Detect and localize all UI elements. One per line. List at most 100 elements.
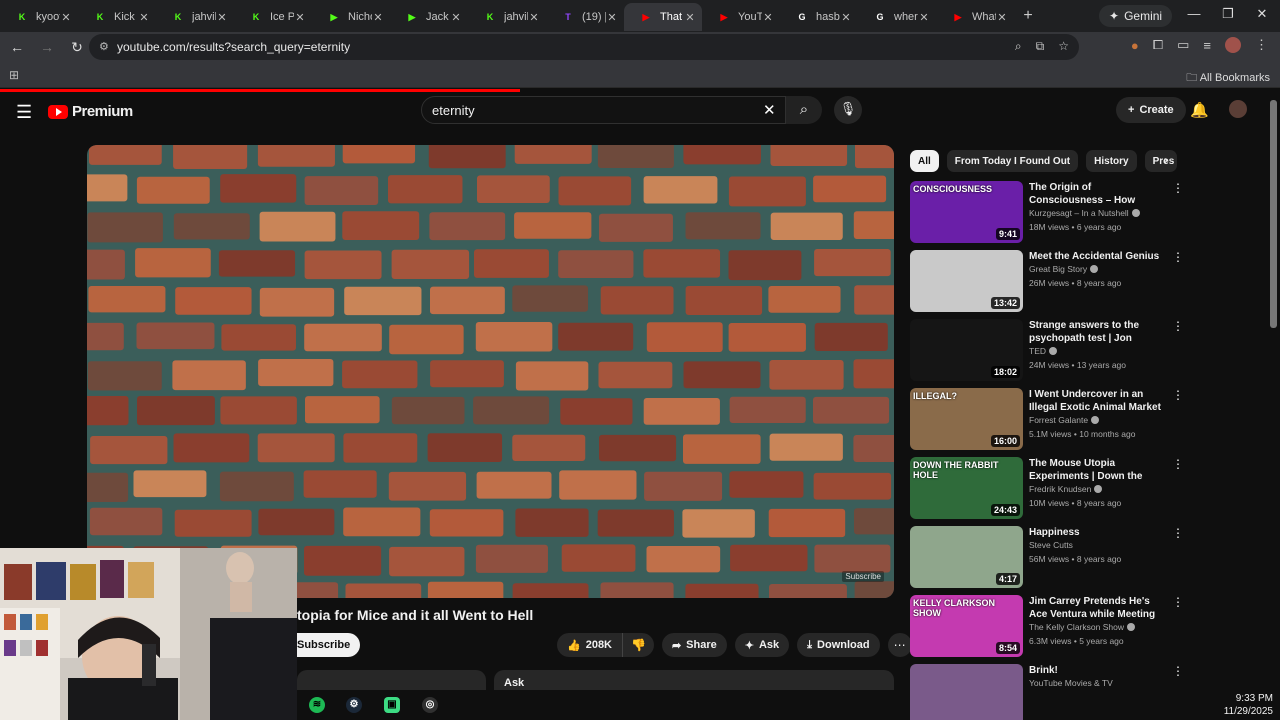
close-window-icon[interactable]: ✕ (1252, 6, 1272, 22)
tab-close-icon[interactable]: ✕ (684, 11, 696, 24)
obs-icon[interactable]: ◎ (422, 697, 438, 713)
address-bar[interactable]: ⚙ youtube.com/results?search_query=etern… (89, 34, 1079, 60)
tab-close-icon[interactable]: ✕ (372, 11, 384, 24)
browser-tab[interactable]: Ghasba✕ (780, 3, 858, 31)
voice-search-button[interactable]: 🎙 (834, 96, 862, 124)
channel-name[interactable]: Kurzgesagt – In a Nutshell (1029, 208, 1140, 218)
more-options-icon[interactable]: ⋮ (1172, 181, 1184, 195)
tab-close-icon[interactable]: ✕ (138, 11, 150, 24)
browser-tab[interactable]: Gwhere✕ (858, 3, 936, 31)
recommendation-item[interactable]: 4:17 Happiness Steve Cutts 56M views • 8 ye… (910, 526, 1184, 588)
ask-button[interactable]: ✦ Ask (734, 633, 790, 657)
account-avatar[interactable] (1229, 100, 1247, 118)
extensions-puzzle-icon[interactable]: ⧠ (1153, 37, 1163, 53)
subscribe-button[interactable]: Subscribe (297, 633, 361, 657)
channel-name[interactable]: Great Big Story (1029, 264, 1099, 274)
subscribe-watermark[interactable]: Subscribe (842, 571, 884, 582)
more-options-icon[interactable]: ⋮ (1172, 664, 1184, 678)
tab-close-icon[interactable]: ✕ (450, 11, 462, 24)
video-player[interactable]: Subscribe (87, 145, 894, 598)
video-thumbnail[interactable]: 18:02 (910, 319, 1023, 381)
recommendation-item[interactable]: CONSCIOUSNESS 9:41 The Origin of Conscious… (910, 181, 1184, 243)
browser-tab[interactable]: ▶ Jack N✕ (390, 3, 468, 31)
recommendation-item[interactable]: Brink! YouTube Movies & TV ⋮ (910, 664, 1184, 720)
browser-tab[interactable]: ▶ What ✕ (936, 3, 1014, 31)
zoom-icon[interactable]: ⌕ (1015, 39, 1022, 54)
recommendation-item[interactable]: KELLY CLARKSON SHOW 8:54 Jim Carrey Preten… (910, 595, 1184, 657)
tab-close-icon[interactable]: ✕ (60, 11, 72, 24)
more-options-icon[interactable]: ⋮ (1172, 457, 1184, 471)
filter-chip[interactable]: History (1086, 150, 1137, 172)
spotify-icon[interactable]: ≋ (309, 697, 325, 713)
more-options-icon[interactable]: ⋮ (1172, 526, 1184, 540)
video-thumbnail[interactable]: KELLY CLARKSON SHOW 8:54 (910, 595, 1023, 657)
browser-tab[interactable]: Kkyooti✕ (0, 3, 78, 31)
back-icon[interactable]: ← (4, 39, 30, 55)
reload-icon[interactable]: ↻ (64, 39, 90, 56)
channel-name[interactable]: TED (1029, 346, 1057, 356)
browser-menu-icon[interactable]: ⋮ (1255, 37, 1268, 53)
browser-tab[interactable]: Kjahvill✕ (468, 3, 546, 31)
more-options-icon[interactable]: ⋮ (1172, 250, 1184, 264)
recommendation-item[interactable]: 13:42 Meet the Accidental Genius Great Big… (910, 250, 1184, 312)
forward-icon[interactable]: → (34, 39, 60, 55)
clear-search-icon[interactable]: ✕ (763, 101, 776, 119)
video-title[interactable]: Brink! (1029, 664, 1167, 677)
video-thumbnail[interactable]: DOWN THE RABBIT HOLE 24:43 (910, 457, 1023, 519)
apps-grid-icon[interactable]: ⊞ (9, 68, 19, 82)
maximize-icon[interactable]: ❐ (1218, 6, 1238, 22)
more-options-icon[interactable]: ⋮ (1172, 319, 1184, 333)
tab-close-icon[interactable]: ✕ (840, 11, 852, 24)
minimize-icon[interactable]: — (1184, 6, 1204, 21)
browser-tab[interactable]: K Kick ✕ (78, 3, 156, 31)
video-title[interactable]: Jim Carrey Pretends He's Ace Ventura whi… (1029, 595, 1167, 621)
channel-name[interactable]: Forrest Galante (1029, 415, 1100, 425)
tab-close-icon[interactable]: ✕ (606, 11, 618, 24)
video-title[interactable]: The Mouse Utopia Experiments | Down the … (1029, 457, 1167, 483)
video-thumbnail[interactable]: 4:17 (910, 526, 1023, 588)
browser-tab[interactable]: Kjahvill✕ (156, 3, 234, 31)
video-title[interactable]: Meet the Accidental Genius (1029, 250, 1167, 263)
filter-chip[interactable]: All (910, 150, 939, 172)
video-title[interactable]: The Origin of Consciousness – How Unawar… (1029, 181, 1167, 207)
recommendation-item[interactable]: 18:02 Strange answers to the psychopath t… (910, 319, 1184, 381)
search-button[interactable]: ⌕ (786, 96, 822, 124)
channel-name[interactable]: The Kelly Clarkson Show (1029, 622, 1135, 632)
like-button[interactable]: 👍 208K (557, 633, 623, 657)
page-scrollbar[interactable] (1270, 100, 1277, 328)
channel-name[interactable]: Steve Cutts (1029, 540, 1073, 550)
notifications-bell-icon[interactable]: 🔔 (1190, 101, 1209, 119)
tab-close-icon[interactable]: ✕ (762, 11, 774, 24)
gemini-button[interactable]: ✦ Gemini (1099, 5, 1173, 27)
install-icon[interactable]: ⧉ (1036, 39, 1045, 54)
tab-close-icon[interactable]: ✕ (528, 11, 540, 24)
profile-avatar[interactable] (1225, 37, 1241, 53)
search-input[interactable]: eternity (421, 96, 786, 124)
channel-name[interactable]: YouTube Movies & TV (1029, 678, 1113, 688)
recommendation-item[interactable]: DOWN THE RABBIT HOLE 24:43 The Mouse Utopi… (910, 457, 1184, 519)
browser-tab[interactable]: K Ice Po✕ (234, 3, 312, 31)
create-button[interactable]: + Create (1116, 97, 1186, 123)
browser-tab[interactable]: ▶ YouTu✕ (702, 3, 780, 31)
download-button[interactable]: ⤓ Download (797, 633, 880, 657)
new-tab-icon[interactable]: + (1014, 7, 1042, 25)
tab-close-icon[interactable]: ✕ (996, 11, 1008, 24)
menu-icon[interactable]: ☰ (16, 102, 32, 123)
tab-close-icon[interactable]: ✕ (918, 11, 930, 24)
media-icon[interactable]: ≡ (1203, 38, 1211, 53)
tab-close-icon[interactable]: ✕ (216, 11, 228, 24)
browser-tab[interactable]: T (19) [I✕ (546, 3, 624, 31)
more-actions-icon[interactable]: ⋯ (887, 633, 912, 657)
split-view-icon[interactable]: ▭ (1177, 37, 1189, 53)
dislike-button[interactable]: 👎 (623, 633, 654, 657)
video-thumbnail[interactable]: ILLEGAL? 16:00 (910, 388, 1023, 450)
video-title[interactable]: Strange answers to the psychopath test |… (1029, 319, 1167, 345)
app-icon[interactable]: ▣ (384, 697, 400, 713)
video-thumbnail[interactable]: CONSCIOUSNESS 9:41 (910, 181, 1023, 243)
steam-icon[interactable]: ⚙ (346, 697, 362, 713)
all-bookmarks[interactable]: 🗀 All Bookmarks (1186, 69, 1270, 88)
tab-close-icon[interactable]: ✕ (294, 11, 306, 24)
extension-icon[interactable]: ● (1131, 38, 1139, 53)
share-button[interactable]: ➦ Share (661, 633, 727, 657)
recommendation-item[interactable]: ILLEGAL? 16:00 I Went Undercover in an Ill… (910, 388, 1184, 450)
